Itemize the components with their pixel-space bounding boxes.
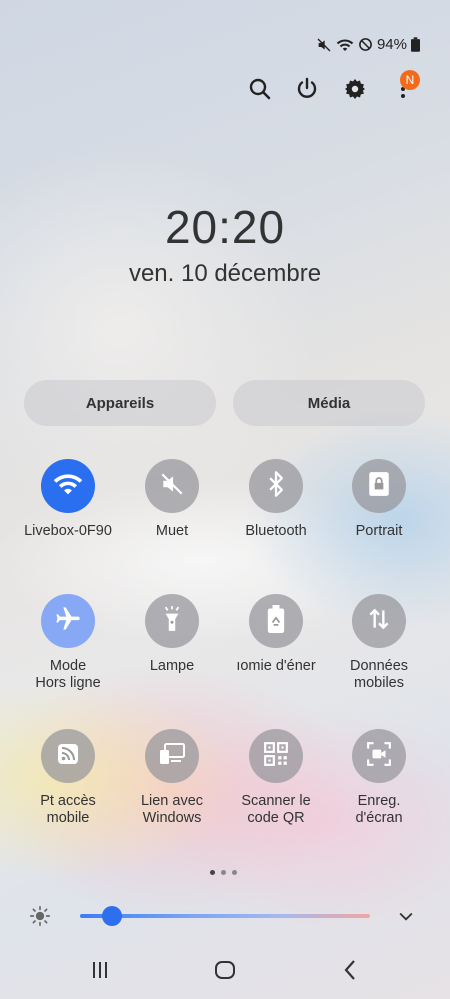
tile-screen-record[interactable]: Enreg. d'écran <box>326 729 432 827</box>
do-not-disturb-icon <box>358 37 373 52</box>
battery-icon <box>411 37 420 52</box>
clock-time: 20:20 <box>164 201 286 253</box>
brightness-slider[interactable] <box>80 914 370 918</box>
flashlight-icon <box>161 605 183 638</box>
recent-apps-button[interactable] <box>80 958 120 986</box>
mute-toggle[interactable] <box>145 459 199 513</box>
airplane-toggle[interactable] <box>41 594 95 648</box>
qr-code-icon <box>263 741 289 772</box>
tile-label: Portrait <box>355 523 403 539</box>
tile-battery-saver[interactable]: ıomie d'éner <box>223 594 329 675</box>
tile-label: Mode Hors ligne <box>35 658 101 691</box>
settings-gear-icon[interactable] <box>340 74 370 104</box>
tile-link-windows[interactable]: Lien avec Windows <box>119 729 225 827</box>
mobile-data-toggle[interactable] <box>352 594 406 648</box>
link-windows-icon <box>158 742 186 771</box>
portrait-toggle[interactable] <box>352 459 406 513</box>
tile-portrait[interactable]: Portrait <box>326 459 432 540</box>
page-indicator <box>210 870 237 875</box>
link-windows-toggle[interactable] <box>145 729 199 783</box>
mute-icon <box>159 471 185 502</box>
home-icon <box>214 959 236 986</box>
tile-label: Pt accès mobile <box>40 793 96 826</box>
tile-mute[interactable]: Muet <box>119 459 225 540</box>
tile-wifi[interactable]: Livebox-0F90 <box>15 459 121 540</box>
tile-label: Lampe <box>149 658 195 674</box>
tile-bluetooth[interactable]: Bluetooth <box>223 459 329 540</box>
portrait-lock-icon <box>368 471 390 502</box>
qr-scanner-toggle[interactable] <box>249 729 303 783</box>
clock-date: ven. 10 décembre <box>128 260 322 287</box>
tile-airplane[interactable]: Mode Hors ligne <box>15 594 121 692</box>
recent-apps-icon <box>90 960 110 985</box>
tile-flashlight[interactable]: Lampe <box>119 594 225 675</box>
screen-record-toggle[interactable] <box>352 729 406 783</box>
airplane-icon <box>54 605 82 638</box>
flashlight-toggle[interactable] <box>145 594 199 648</box>
battery-saver-toggle[interactable] <box>249 594 303 648</box>
tile-qr-scanner[interactable]: Scanner le code QR <box>223 729 329 827</box>
page-dot <box>232 870 237 875</box>
mute-icon <box>316 37 332 53</box>
tile-label: Scanner le code QR <box>241 793 311 826</box>
tile-label: Bluetooth <box>245 523 307 539</box>
bluetooth-toggle[interactable] <box>249 459 303 513</box>
brightness-sun-icon <box>30 906 51 926</box>
tile-label: Enreg. d'écran <box>355 793 403 826</box>
hotspot-toggle[interactable] <box>41 729 95 783</box>
power-icon[interactable] <box>292 74 322 104</box>
hotspot-icon <box>56 742 80 771</box>
notification-badge: N <box>400 70 420 90</box>
mobile-data-icon <box>366 606 392 637</box>
screen-record-icon <box>366 741 392 772</box>
wifi-icon <box>52 471 84 502</box>
brightness-slider-thumb[interactable] <box>101 906 122 926</box>
tile-label: ıomie d'éner <box>236 658 316 674</box>
devices-button[interactable]: Appareils <box>24 380 216 426</box>
tile-label: Livebox-0F90 <box>24 523 112 539</box>
home-button[interactable] <box>205 958 245 986</box>
battery-percent: 94% <box>376 36 407 53</box>
tile-mobile-data[interactable]: Données mobiles <box>326 594 432 692</box>
page-dot-current <box>210 870 215 875</box>
back-icon <box>342 959 358 986</box>
media-button[interactable]: Média <box>233 380 425 426</box>
tile-label: Muet <box>155 523 189 539</box>
page-dot <box>221 870 226 875</box>
wifi-toggle[interactable] <box>41 459 95 513</box>
tile-hotspot[interactable]: Pt accès mobile <box>15 729 121 827</box>
tile-label: Lien avec Windows <box>140 793 204 826</box>
status-bar: 94% <box>316 36 420 53</box>
bluetooth-icon <box>265 470 287 503</box>
wifi-icon <box>336 37 354 53</box>
search-icon[interactable] <box>245 74 275 104</box>
chevron-down-icon[interactable] <box>396 906 418 926</box>
back-button[interactable] <box>330 958 370 986</box>
battery-saver-icon <box>266 604 286 638</box>
tile-label: Données mobiles <box>349 658 409 691</box>
